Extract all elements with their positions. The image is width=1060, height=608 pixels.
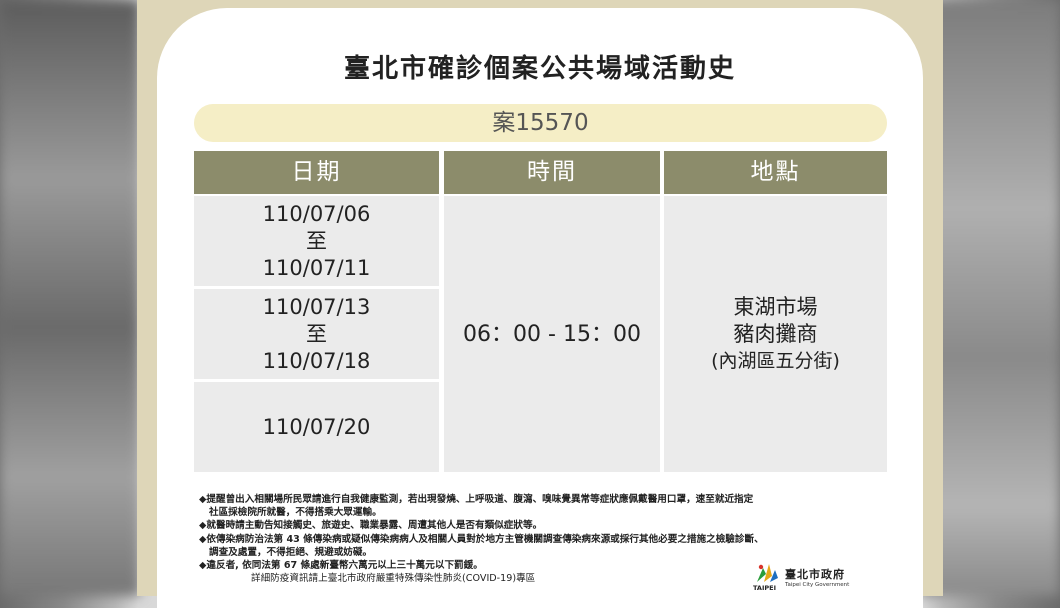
taipei-logo-icon: TAIPEI — [753, 562, 781, 592]
taipei-logo: TAIPEI 臺北市政府 Taipei City Government — [753, 562, 849, 592]
logo-english: Taipei City Government — [785, 582, 850, 588]
poster-frame: 臺北市確診個案公共場域活動史 案15570 日期 時間 地點 110/07/06… — [137, 0, 943, 608]
page-title: 臺北市確診個案公共場域活動史 — [343, 54, 736, 84]
note-line: ◆提醒曾出入相關場所民眾請進行自我健康監測，若出現發燒、上呼吸道、腹瀉、嗅味覺異… — [199, 494, 754, 505]
date-end: 110/07/18 — [262, 348, 371, 373]
background-blur-left — [0, 0, 140, 596]
note-line: 社區採檢院所就醫，不得搭乘大眾運輸。 — [209, 507, 382, 519]
date-start: 110/07/06 — [262, 201, 371, 226]
header-time: 時間 — [444, 151, 660, 194]
date-separator: 至 — [306, 321, 327, 346]
logo-mark-text: TAIPEI — [753, 584, 777, 592]
time-cell: 06：00 - 15：00 — [444, 196, 660, 472]
date-end: 110/07/11 — [262, 255, 371, 280]
poster-card: 臺北市確診個案公共場域活動史 案15570 日期 時間 地點 110/07/06… — [157, 8, 923, 608]
note-line: 調查及處置，不得拒絕、規避或妨礙。 — [209, 546, 373, 558]
case-id-badge: 案15570 — [194, 104, 887, 142]
place-line-3: (內湖區五分街) — [711, 349, 840, 372]
header-date: 日期 — [194, 151, 439, 194]
date-start: 110/07/13 — [262, 294, 371, 319]
date-cell-2: 110/07/13 至 110/07/18 — [194, 289, 439, 379]
date-single: 110/07/20 — [262, 414, 371, 439]
date-cell-3: 110/07/20 — [194, 382, 439, 472]
time-range: 06：00 - 15：00 — [463, 321, 641, 347]
place-line-2: 豬肉攤商 — [733, 321, 818, 346]
date-separator: 至 — [306, 228, 327, 253]
header-place: 地點 — [664, 151, 887, 194]
place-line-1: 東湖市場 — [733, 294, 818, 319]
note-line: ◆依傳染病防治法第 43 條傳染病或疑似傳染病病人及相關人員對於地方主管機關調查… — [199, 533, 764, 545]
logo-chinese: 臺北市政府 — [785, 568, 845, 581]
place-cell: 東湖市場 豬肉攤商 (內湖區五分街) — [664, 196, 887, 472]
note-line: ◆就醫時請主動告知接觸史、旅遊史、職業暴露、周遭其他人是否有類似症狀等。 — [199, 520, 543, 532]
date-cell-1: 110/07/06 至 110/07/11 — [194, 196, 439, 286]
